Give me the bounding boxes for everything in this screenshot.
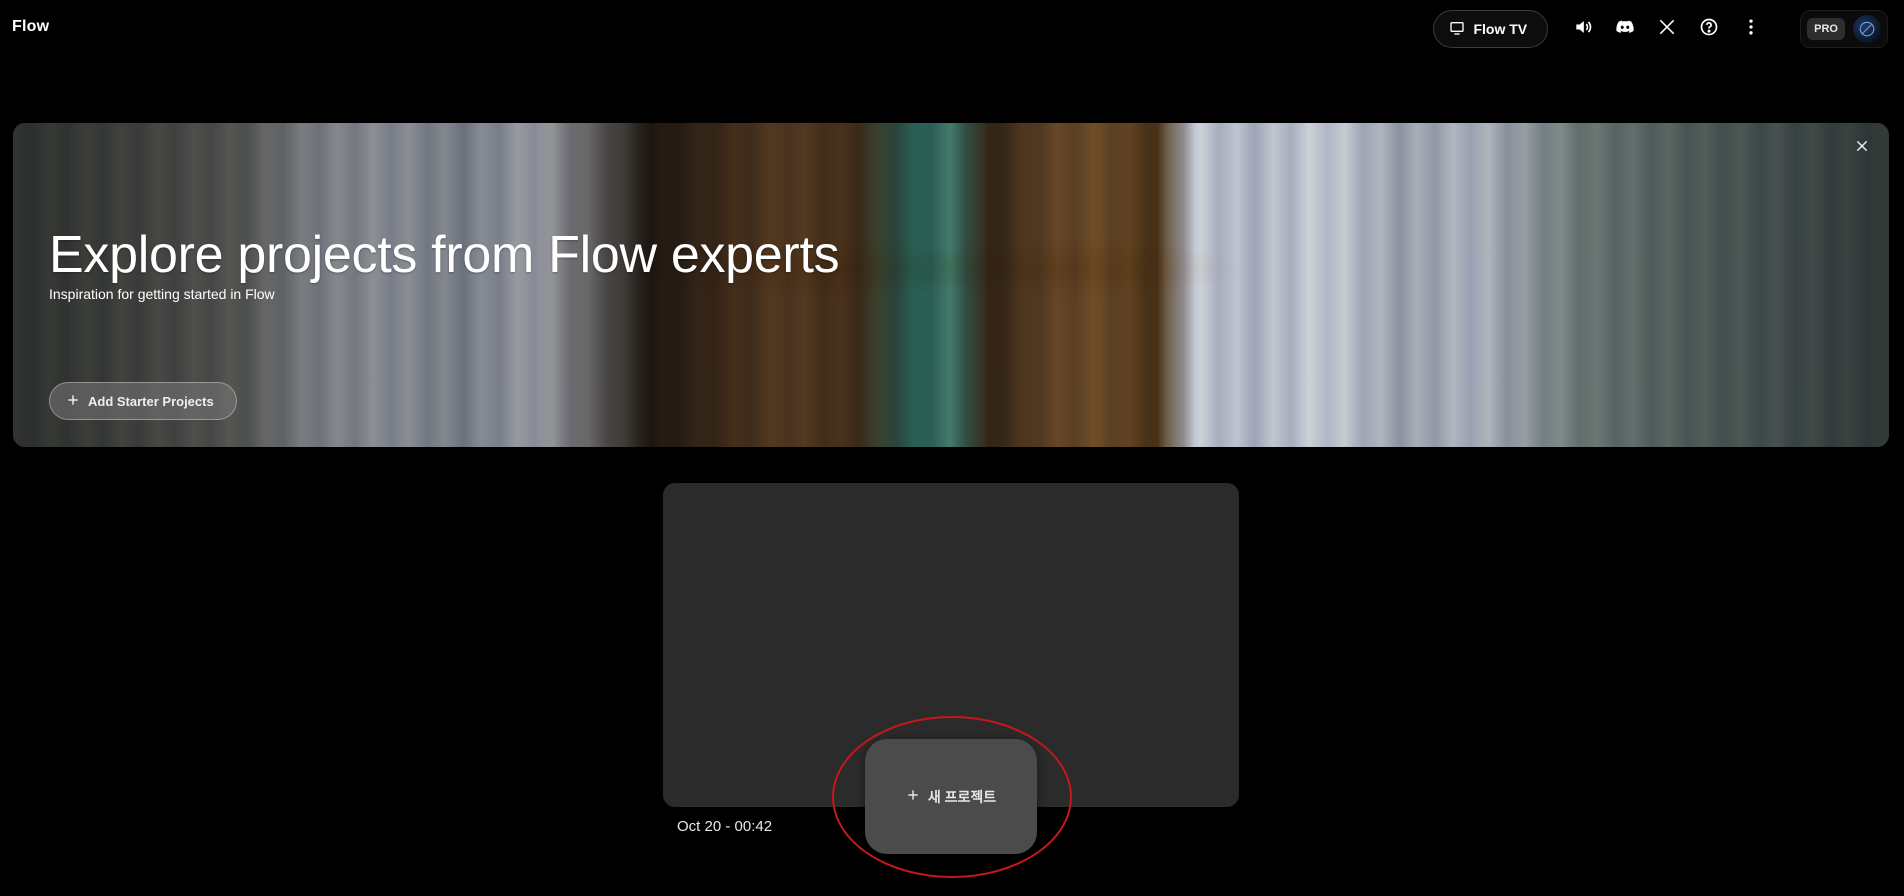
flow-tv-label: Flow TV <box>1473 21 1528 37</box>
discord-button[interactable] <box>1605 10 1645 48</box>
discord-icon <box>1615 17 1635 42</box>
help-icon <box>1699 17 1719 42</box>
top-bar: Flow Flow TV PRO <box>0 0 1904 56</box>
explore-banner: Explore projects from Flow experts Inspi… <box>13 123 1889 447</box>
plus-icon <box>906 788 920 805</box>
project-date: Oct 20 - 00:42 <box>677 818 773 835</box>
x-social-button[interactable] <box>1647 10 1687 48</box>
pro-badge: PRO <box>1807 18 1845 40</box>
close-icon <box>1854 138 1870 159</box>
avatar[interactable] <box>1853 15 1881 43</box>
app-title: Flow <box>12 18 50 35</box>
volume-icon <box>1573 17 1593 42</box>
top-actions: Flow TV PRO <box>1433 10 1888 48</box>
x-icon <box>1657 17 1677 42</box>
volume-button[interactable] <box>1563 10 1603 48</box>
starter-button-label: Add Starter Projects <box>88 393 214 409</box>
new-project-button[interactable]: 새 프로젝트 <box>865 739 1037 854</box>
more-options-button[interactable] <box>1731 10 1771 48</box>
plus-icon <box>66 393 80 410</box>
banner-close-button[interactable] <box>1849 135 1875 161</box>
account-group: PRO <box>1800 10 1888 48</box>
banner-title: Explore projects from Flow experts <box>49 226 840 284</box>
help-button[interactable] <box>1689 10 1729 48</box>
tv-icon <box>1449 20 1465 39</box>
add-starter-projects-button[interactable]: Add Starter Projects <box>49 382 237 420</box>
new-project-label: 새 프로젝트 <box>927 788 997 805</box>
more-vert-icon <box>1741 17 1761 42</box>
flow-tv-button[interactable]: Flow TV <box>1433 10 1549 48</box>
banner-subtitle: Inspiration for getting started in Flow <box>49 286 275 302</box>
